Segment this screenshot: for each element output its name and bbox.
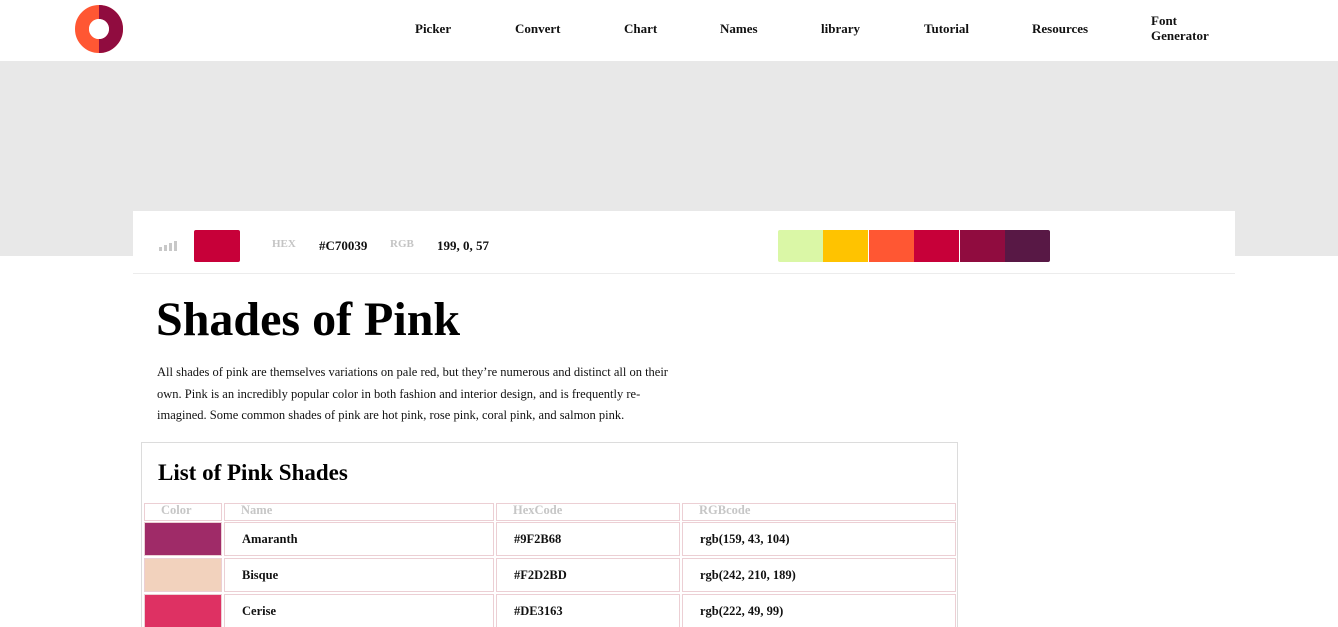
nav-convert[interactable]: Convert (515, 21, 561, 36)
nav-tutorial[interactable]: Tutorial (924, 21, 969, 36)
nav-resources[interactable]: Resources (1032, 21, 1088, 36)
nav-chart[interactable]: Chart (624, 21, 657, 36)
nav-names[interactable]: Names (720, 21, 758, 36)
row-rgb: rgb(222, 49, 99) (682, 594, 956, 627)
header-color: Color (144, 503, 222, 521)
row-name[interactable]: Bisque (224, 558, 494, 592)
nav-picker[interactable]: Picker (415, 21, 451, 36)
row-name[interactable]: Amaranth (224, 522, 494, 556)
palette-swatch[interactable] (914, 230, 959, 262)
row-hex: #DE3163 (496, 594, 680, 627)
row-rgb: rgb(242, 210, 189) (682, 558, 956, 592)
row-color-swatch[interactable] (144, 594, 222, 627)
nav-font-generator[interactable]: Font Generator (1151, 13, 1221, 43)
main-nav: Picker Convert Chart Names library Tutor… (0, 0, 1338, 61)
header-rgbcode: RGBcode (682, 503, 956, 521)
pink-shades-list: List of Pink Shades Color Name HexCode R… (141, 442, 958, 627)
header-hexcode: HexCode (496, 503, 680, 521)
palette-swatch[interactable] (869, 230, 914, 262)
rgb-value: 199, 0, 57 (437, 238, 489, 253)
page-title: Shades of Pink (156, 293, 461, 346)
row-name[interactable]: Cerise (224, 594, 494, 627)
list-title: List of Pink Shades (158, 460, 348, 485)
rgb-label: RGB (390, 238, 414, 250)
row-color-swatch[interactable] (144, 558, 222, 592)
color-info-bar: HEX #C70039 RGB 199, 0, 57 (133, 211, 1235, 274)
row-color-swatch[interactable] (144, 522, 222, 556)
palette-swatch[interactable] (778, 230, 823, 262)
signal-bars-icon[interactable] (159, 239, 179, 251)
hex-value: #C70039 (319, 238, 368, 253)
palette-swatch[interactable] (960, 230, 1005, 262)
row-hex: #F2D2BD (496, 558, 680, 592)
row-rgb: rgb(159, 43, 104) (682, 522, 956, 556)
header-name: Name (224, 503, 494, 521)
nav-library[interactable]: library (821, 21, 860, 36)
palette-swatch[interactable] (1005, 230, 1050, 262)
current-color-swatch[interactable] (194, 230, 240, 262)
site-header: Picker Convert Chart Names library Tutor… (0, 0, 1338, 61)
palette-swatch[interactable] (823, 230, 868, 262)
row-hex: #9F2B68 (496, 522, 680, 556)
hex-label: HEX (272, 238, 296, 250)
intro-paragraph: All shades of pink are themselves variat… (157, 365, 668, 422)
